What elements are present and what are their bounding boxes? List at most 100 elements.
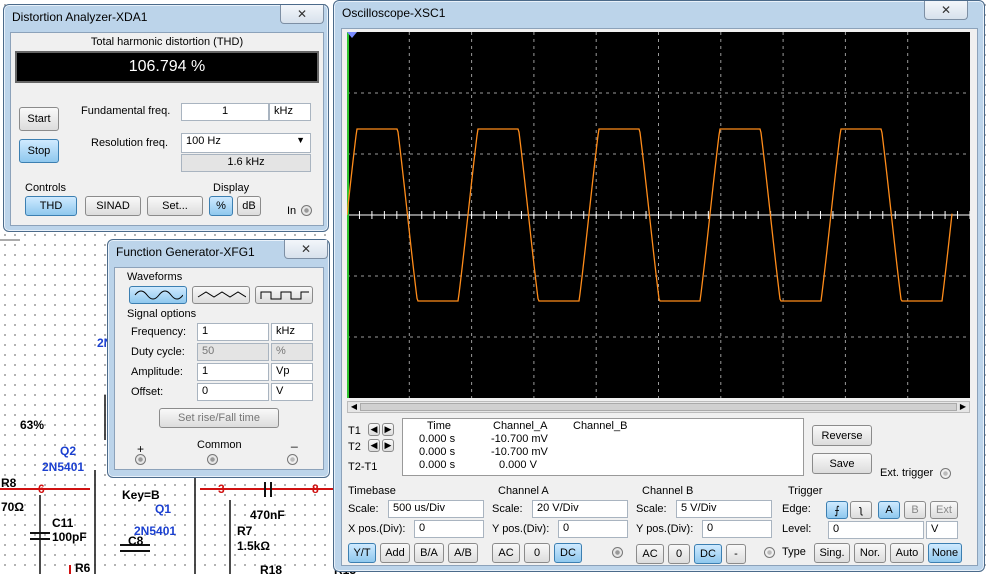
channel-b-dc-button[interactable]: DC [694,544,722,564]
t2-right-button[interactable]: ▶ [382,439,394,452]
add-mode-button[interactable]: Add [380,543,410,563]
col-time-header: Time [427,420,452,432]
fundamental-freq-input[interactable]: 1 [181,103,269,121]
save-button[interactable]: Save [812,453,872,474]
label-r7-value: 1.5kΩ [237,539,270,553]
display-label: Display [213,182,250,194]
amplitude-unit[interactable]: Vp [271,363,313,381]
row-t2-time: 0.000 s [419,446,456,458]
common-terminal-icon[interactable] [207,454,218,465]
close-button[interactable]: ✕ [280,5,324,24]
arrow-right-icon: ▶ [384,440,392,450]
t1-right-button[interactable]: ▶ [382,423,394,436]
triangle-wave-button[interactable] [192,286,250,304]
timebase-scale-input[interactable]: 500 us/Div [388,500,484,518]
scope-display[interactable] [346,32,971,398]
function-generator-window[interactable]: Function Generator-XFG1 ✕ Waveforms Sign… [107,239,330,478]
ext-trigger-terminal-icon[interactable] [940,468,951,479]
db-button[interactable]: dB [237,196,261,216]
trigger-source-ext-button[interactable]: Ext [930,501,958,519]
frequency-unit[interactable]: kHz [271,323,313,341]
falling-edge-icon: ʅ [859,504,863,516]
frequency-input[interactable]: 1 [197,323,269,341]
resolution-freq-select[interactable]: 100 Hz ▼ [181,133,311,153]
sinad-button[interactable]: SINAD [85,196,141,216]
reverse-button[interactable]: Reverse [812,425,872,446]
label-c11-value: 100pF [52,530,87,544]
amplitude-input[interactable]: 1 [197,363,269,381]
channel-a-ac-button[interactable]: AC [492,543,520,563]
channel-b-invert-button[interactable]: - [726,544,746,564]
thd-button[interactable]: THD [25,196,77,216]
channel-a-ypos-label: Y pos.(Div): [492,523,550,535]
stop-button[interactable]: Stop [19,139,59,163]
trigger-level-input[interactable]: 0 [828,521,924,539]
plus-terminal-icon[interactable] [135,454,146,465]
channel-b-terminal-icon[interactable] [764,547,775,558]
x-pos-input[interactable]: 0 [414,520,484,538]
duty-cycle-input[interactable]: 50 [197,343,269,361]
amplitude-label: Amplitude: [131,366,183,378]
oscilloscope-window[interactable]: Oscilloscope-XSC1 ✕ ◀ ▶ T1 ◀ ▶ T2 ◀ ▶ T2… [333,0,985,572]
distortion-analyzer-window[interactable]: Distortion Analyzer-XDA1 ✕ Total harmoni… [3,4,329,232]
trigger-auto-button[interactable]: Auto [890,543,924,563]
in-terminal-icon[interactable] [301,205,312,216]
minus-terminal-label: _ [291,434,298,448]
percent-button[interactable]: % [209,196,233,216]
label-c470: 470nF [250,508,285,522]
scroll-left-icon[interactable]: ◀ [349,402,359,412]
ba-mode-button[interactable]: B/A [414,543,444,563]
channel-a-scale-input[interactable]: 20 V/Div [532,500,628,518]
duty-cycle-label: Duty cycle: [131,346,185,358]
channel-a-ypos-input[interactable]: 0 [558,520,628,538]
scroll-right-icon[interactable]: ▶ [958,402,968,412]
resolution-freq-readout: 1.6 kHz [181,154,311,172]
frequency-label: Frequency: [131,326,187,338]
set-rise-fall-button[interactable]: Set rise/Fall time [159,408,279,428]
triangle-wave-icon [197,291,246,298]
channel-b-zero-button[interactable]: 0 [668,544,690,564]
minus-terminal-icon[interactable] [287,454,298,465]
channel-a-dc-button[interactable]: DC [554,543,582,563]
yt-mode-button[interactable]: Y/T [348,543,376,563]
t1-left-button[interactable]: ◀ [368,423,380,436]
channel-b-scale-input[interactable]: 5 V/Div [676,500,772,518]
trigger-normal-button[interactable]: Nor. [854,543,886,563]
trigger-single-button[interactable]: Sing. [814,543,850,563]
channel-a-zero-button[interactable]: 0 [524,543,550,563]
close-button[interactable]: ✕ [284,240,328,259]
generator-panel: Waveforms Signal options Frequency: 1 kH… [114,267,324,470]
channel-b-ac-button[interactable]: AC [636,544,664,564]
window-title: Distortion Analyzer-XDA1 [12,10,148,24]
sine-wave-button[interactable] [129,286,187,304]
start-button[interactable]: Start [19,107,59,131]
level-label: Level: [782,523,812,535]
t2-left-button[interactable]: ◀ [368,439,380,452]
label-c8: C8 [128,534,144,548]
offset-unit[interactable]: V [271,383,313,401]
label-key: Key=B [122,488,160,502]
sine-wave-icon [134,290,183,300]
falling-edge-button[interactable]: ʅ [850,501,872,519]
set-button[interactable]: Set... [147,196,203,216]
trigger-source-a-button[interactable]: A [878,501,900,519]
ab-mode-button[interactable]: A/B [448,543,478,563]
thd-readout: 106.794 % [15,51,319,83]
t2-t1-label: T2-T1 [348,461,378,473]
trigger-level-unit[interactable]: V [926,521,958,539]
scroll-thumb[interactable] [360,403,957,411]
close-button[interactable]: ✕ [924,1,968,20]
fundamental-freq-unit[interactable]: kHz [269,103,311,121]
offset-input[interactable]: 0 [197,383,269,401]
channel-b-ypos-input[interactable]: 0 [702,520,772,538]
trigger-source-b-button[interactable]: B [904,501,926,519]
square-wave-button[interactable] [255,286,313,304]
row-t2-channel-a: -10.700 mV [491,446,548,458]
trigger-none-button[interactable]: None [928,543,962,563]
col-channel-a-header: Channel_A [493,420,548,432]
controls-label: Controls [25,182,66,194]
duty-cycle-unit[interactable]: % [271,343,313,361]
channel-a-terminal-icon[interactable] [612,547,623,558]
scope-scrollbar[interactable]: ◀ ▶ [347,401,970,413]
rising-edge-button[interactable]: ⨍ [826,501,848,519]
